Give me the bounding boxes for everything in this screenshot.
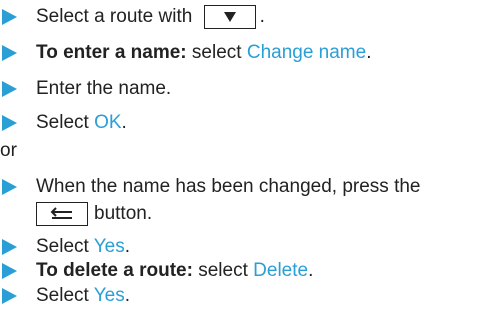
bullet-arrow-icon [2,179,17,195]
yes-link-2[interactable]: Yes [94,285,125,306]
step-7-heading: To delete a route: [36,260,193,281]
back-key-icon [36,201,88,226]
step-5-text: When the name has been changed, press th… [36,176,421,197]
or-separator: or [0,140,17,161]
down-arrow-key-icon [203,4,256,29]
bullet-arrow-icon [2,288,17,304]
step-2-heading: To enter a name: [36,42,187,63]
bullet-arrow-icon [2,239,17,255]
ok-link[interactable]: OK [94,112,121,133]
bullet-arrow-icon [2,9,17,25]
bullet-arrow-icon [2,263,17,279]
change-name-link[interactable]: Change name [247,42,366,63]
delete-link[interactable]: Delete [253,260,308,281]
bullet-arrow-icon [2,81,17,97]
bullet-arrow-icon [2,45,17,61]
bullet-arrow-icon [2,115,17,131]
step-3-text: Enter the name. [36,78,172,99]
step-1-text: Select a route with [36,6,198,27]
yes-link[interactable]: Yes [94,236,125,257]
